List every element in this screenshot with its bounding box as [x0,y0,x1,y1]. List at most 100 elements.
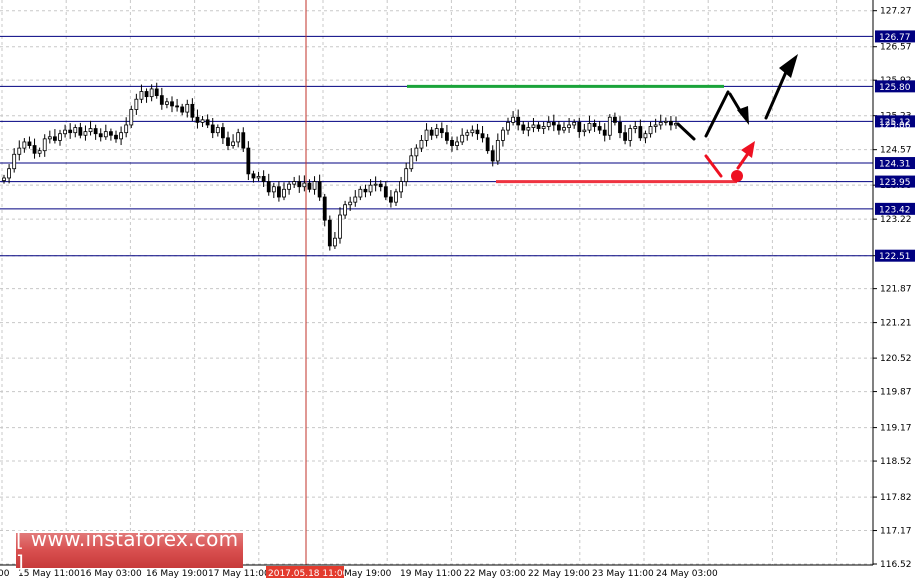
candle-body [17,147,22,155]
candle-body [358,188,363,198]
candle-body [363,188,368,193]
candle-body [343,204,347,216]
x-tick-label: 19 May 11:00 [400,569,462,579]
candle-body [134,98,139,110]
y-tick-label: 126.57 [880,43,912,53]
candle-body [455,141,459,146]
candle-body [124,124,129,134]
candle-body [465,132,470,136]
candle-body [526,127,531,131]
candle-body [592,123,597,127]
y-tick-label: 124.57 [880,146,912,156]
level-label: 123.42 [879,205,911,215]
candle-body [307,182,312,190]
candle-body [618,121,622,134]
candle-body [256,176,261,179]
candle-body [633,126,638,129]
candle-body [129,109,134,126]
x-tick-label-highlighted: 2017.05.18 11:00 [268,569,349,579]
candle-body [562,127,566,131]
candle-body [557,124,561,131]
candle-body [266,181,271,193]
candle-body [37,150,42,154]
forecast-segment [704,90,730,138]
candle-body [2,177,6,181]
candle-body [378,183,383,188]
candle-body [302,182,307,188]
forecast-segment [676,122,696,141]
candle-body [383,186,388,198]
candle-body [521,124,526,131]
level-label: 126.77 [879,33,911,43]
candle-body [333,237,337,247]
candle-body [348,201,353,206]
candle-body [139,91,144,100]
candle-body [205,119,210,126]
price-chart: 127.27126.57125.92125.23124.57123.88123.… [0,0,915,579]
candle-body [210,124,215,134]
candle-body [623,132,627,141]
candle-body [506,121,510,131]
candle-body [185,103,190,113]
candle-body [236,132,241,143]
candle-body [663,120,668,123]
y-tick-label: 119.17 [880,424,912,434]
candle-body [271,186,276,193]
candle-body [638,126,643,139]
candle-body [88,128,93,133]
x-tick-label: 22 May 03:00 [464,569,526,579]
y-tick-label: 116.52 [880,560,912,570]
candle-body [399,181,403,193]
candle-body [485,137,490,152]
candle-body [287,183,291,190]
candle-body [490,150,495,162]
instaforex-watermark: [ www.instaforex.com ] [16,527,243,575]
candle-body [322,196,327,221]
x-tick-label: 23 May 11:00 [592,569,654,579]
y-tick-label: 120.52 [880,354,912,364]
candle-body [404,168,409,182]
x-tick-label: 22 May 19:00 [528,569,590,579]
candle-body [83,131,88,136]
y-tick-label: 127.27 [880,7,912,17]
candle-body [154,88,159,97]
candle-body [53,136,57,141]
y-tick-label: 118.52 [880,457,912,467]
y-tick-label: 117.17 [880,527,912,537]
candle-body [180,106,185,113]
y-tick-label: 121.21 [880,319,912,329]
candle-body [277,186,281,198]
candle-body [613,116,617,123]
candle-body [419,139,424,149]
level-label: 122.51 [879,252,911,262]
candle-body [541,126,546,129]
candle-body [546,121,551,127]
y-tick-label: 119.87 [880,388,912,398]
candle-body [241,132,246,149]
candle-body [144,91,149,98]
candle-body [47,136,52,140]
candle-body [68,129,73,134]
candle-body [439,128,444,134]
candle-body [409,155,414,170]
price-axis: 127.27126.57125.92125.23124.57123.88123.… [872,0,915,570]
candle-body [607,116,612,136]
candle-body [63,129,67,135]
candle-body [628,128,633,141]
candle-body [98,133,103,138]
forecast-dot [731,170,743,182]
candle-body [170,101,174,107]
candle-body [572,121,577,126]
candle-body [368,184,373,193]
candle-body [602,129,607,136]
current-price-label: 125.06 [879,121,911,131]
candle-body [221,127,225,139]
forecast-segment [764,70,788,120]
candle-body [195,116,200,123]
forecast-segment [704,154,723,178]
candle-body [175,105,179,108]
x-tick-label: 00 [0,569,10,579]
candle-body [327,219,332,247]
candle-body [282,188,286,198]
candle-body [445,132,449,141]
